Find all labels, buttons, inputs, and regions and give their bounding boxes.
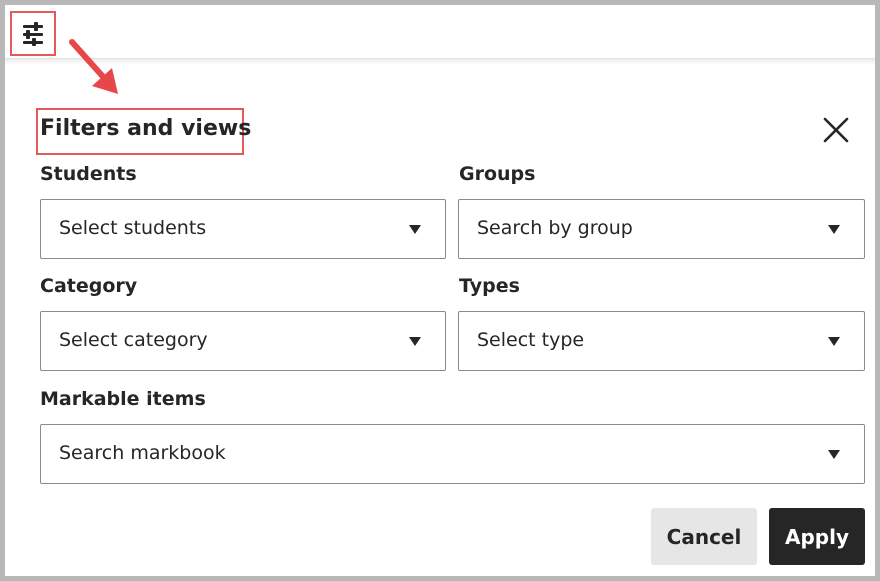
markable-items-placeholder: Search markbook (59, 442, 226, 464)
students-label: Students (40, 163, 137, 185)
types-label: Types (459, 275, 520, 297)
groups-placeholder: Search by group (477, 217, 633, 239)
close-icon (823, 117, 849, 143)
panel-title: Filters and views (40, 116, 252, 141)
apply-button[interactable]: Apply (769, 508, 865, 565)
markable-items-label: Markable items (40, 388, 206, 410)
types-placeholder: Select type (477, 329, 585, 351)
students-placeholder: Select students (59, 217, 207, 239)
category-label: Category (40, 275, 138, 297)
chevron-down-icon (828, 225, 840, 234)
markable-items-select[interactable]: Search markbook (40, 424, 865, 484)
top-toolbar (5, 5, 875, 59)
filter-toggle-button[interactable] (10, 11, 56, 56)
cancel-button[interactable]: Cancel (651, 508, 757, 565)
chevron-down-icon (828, 450, 840, 459)
chevron-down-icon (828, 337, 840, 346)
annotation-arrow (69, 39, 118, 94)
sliders-icon (23, 22, 43, 46)
toolbar-shadow (5, 59, 875, 65)
groups-select[interactable]: Search by group (458, 199, 865, 259)
types-select[interactable]: Select type (458, 311, 865, 371)
chevron-down-icon (409, 337, 421, 346)
category-placeholder: Select category (59, 329, 208, 351)
chevron-down-icon (409, 225, 421, 234)
close-button[interactable] (820, 114, 852, 146)
groups-label: Groups (459, 163, 536, 185)
category-select[interactable]: Select category (40, 311, 446, 371)
students-select[interactable]: Select students (40, 199, 446, 259)
